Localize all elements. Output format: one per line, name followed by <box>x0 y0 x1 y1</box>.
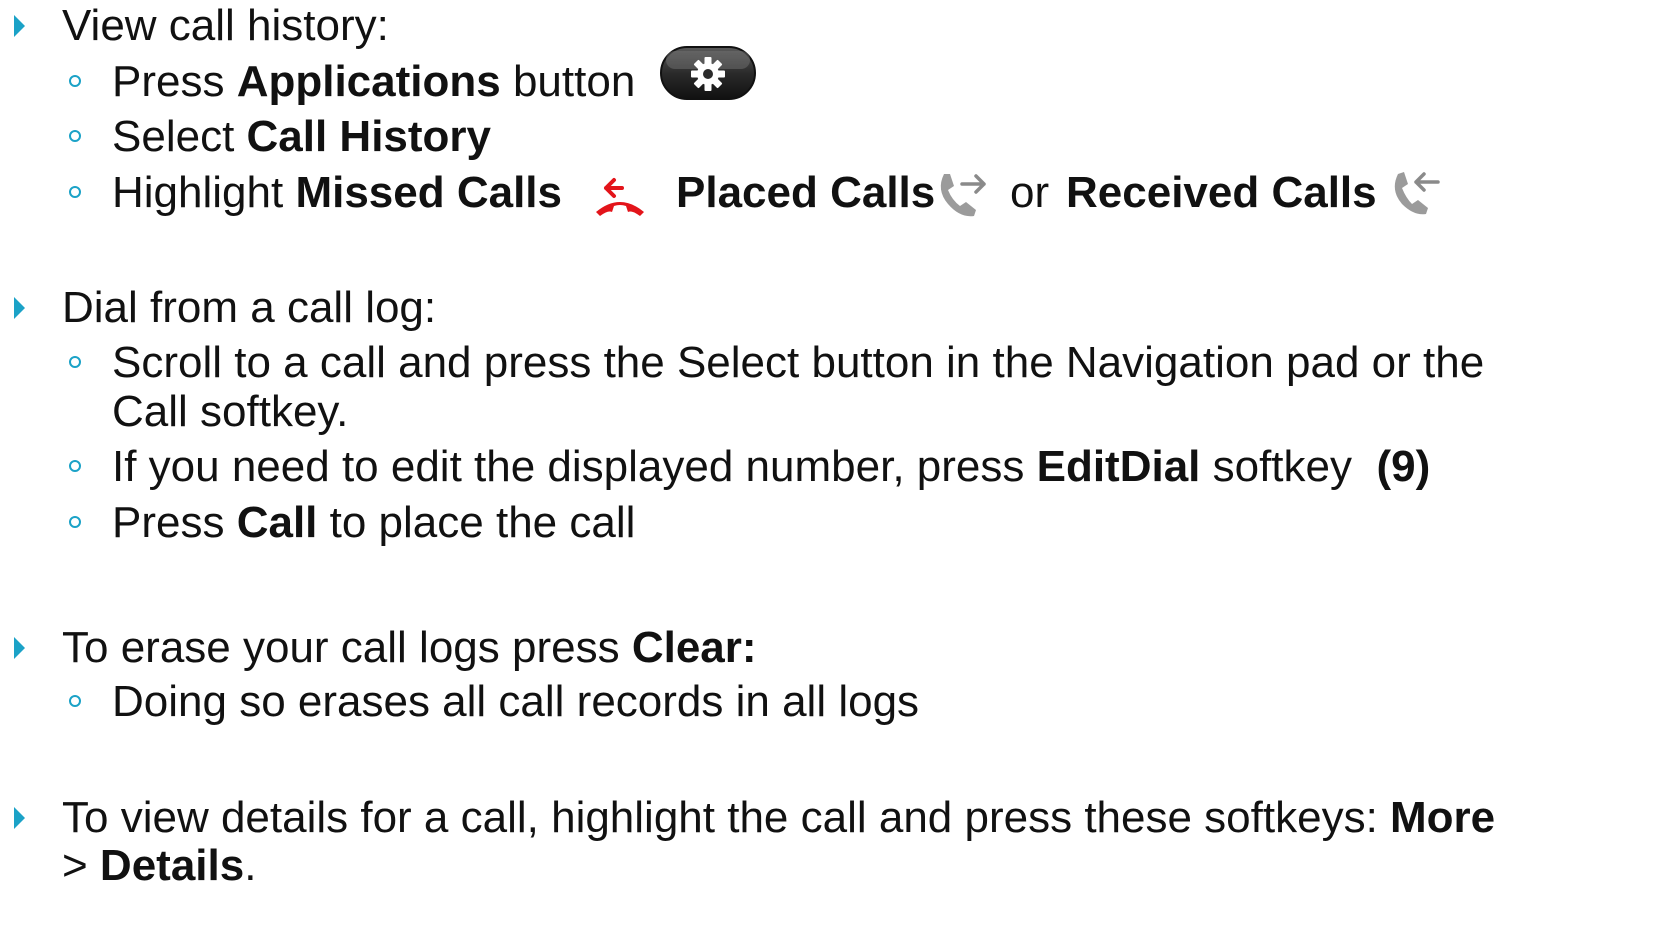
placed-calls-label: Placed Calls <box>676 168 936 217</box>
list-bullet <box>69 695 81 707</box>
section-heading-view-details-cont: > Details. <box>62 841 257 890</box>
section-arrow <box>14 807 25 829</box>
gear-icon <box>691 57 725 91</box>
item-press-call: Press Call to place the call <box>112 498 636 547</box>
section-arrow <box>14 15 25 37</box>
list-bullet <box>69 356 81 368</box>
list-bullet <box>69 130 81 142</box>
or-label: or <box>1010 168 1050 217</box>
section-arrow <box>14 637 25 659</box>
item-press-applications: Press Applications button <box>112 57 636 106</box>
item-edit-dial: If you need to edit the displayed number… <box>112 442 1431 491</box>
section-heading-view-details: To view details for a call, highlight th… <box>62 793 1496 842</box>
received-call-icon <box>1390 166 1446 225</box>
applications-button-icon <box>660 46 756 105</box>
list-bullet <box>69 75 81 87</box>
missed-call-icon <box>592 166 648 225</box>
item-highlight-calls: Highlight Missed Calls <box>112 168 562 217</box>
list-bullet <box>69 186 81 198</box>
section-heading-view-history: View call history: <box>62 1 389 50</box>
list-bullet <box>69 460 81 472</box>
item-scroll-to-call-cont: Call softkey. <box>112 387 349 436</box>
item-scroll-to-call: Scroll to a call and press the Select bu… <box>112 338 1485 387</box>
item-erase-warning: Doing so erases all call records in all … <box>112 677 920 726</box>
received-calls-label: Received Calls <box>1066 168 1377 217</box>
section-heading-dial-from-log: Dial from a call log: <box>62 283 437 332</box>
item-select-call-history: Select Call History <box>112 112 492 161</box>
section-arrow <box>14 297 25 319</box>
section-heading-erase-logs: To erase your call logs press Clear: <box>62 623 757 672</box>
list-bullet <box>69 516 81 528</box>
placed-call-icon <box>934 166 992 227</box>
